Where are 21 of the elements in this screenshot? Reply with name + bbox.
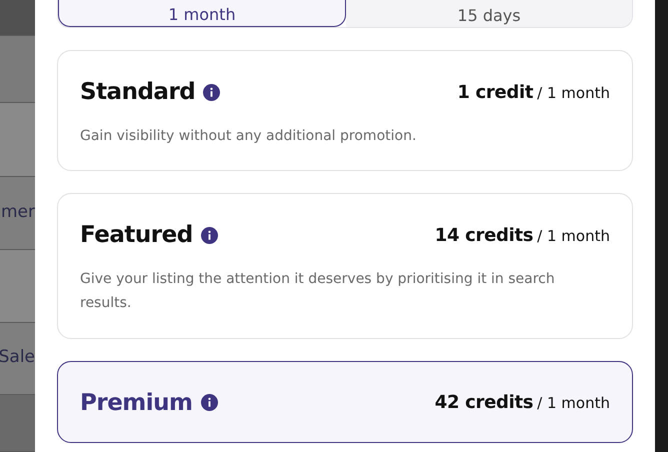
- plan-name: Featured: [80, 221, 193, 250]
- plan-description: Gain visibility without any additional promotion.: [80, 126, 418, 146]
- plan-card[interactable]: Featured 14 credits / 1 month Give your listing the attention it deserves by prioritising it in search results.: [57, 193, 633, 338]
- period-tab[interactable]: 1 month: [58, 0, 346, 27]
- plan-description: Give your listing the attention it deserves by prioritising it in search results.: [80, 270, 556, 313]
- background-text: Sale: [0, 346, 35, 370]
- plan-period: / 1 month: [537, 82, 610, 104]
- plan-card[interactable]: Premium 42 credits / 1 month: [57, 360, 633, 443]
- plan-price: 42 credits: [434, 391, 534, 416]
- info-icon[interactable]: [200, 394, 218, 412]
- plan-period: / 1 month: [537, 393, 610, 414]
- background-text: mer: [0, 201, 35, 224]
- period-tab[interactable]: 15 days: [346, 0, 632, 27]
- plan-price: 1 credit: [457, 80, 534, 105]
- plan-period: / 1 month: [537, 226, 610, 247]
- plan-name: Standard: [80, 78, 196, 107]
- plan-price: 14 credits: [434, 224, 534, 248]
- plan-card[interactable]: Standard 1 credit / 1 month Gain visibility without any additional promotion.: [57, 50, 633, 171]
- info-icon[interactable]: [203, 84, 220, 101]
- info-icon[interactable]: [200, 226, 218, 244]
- plan-name: Premium: [80, 388, 192, 418]
